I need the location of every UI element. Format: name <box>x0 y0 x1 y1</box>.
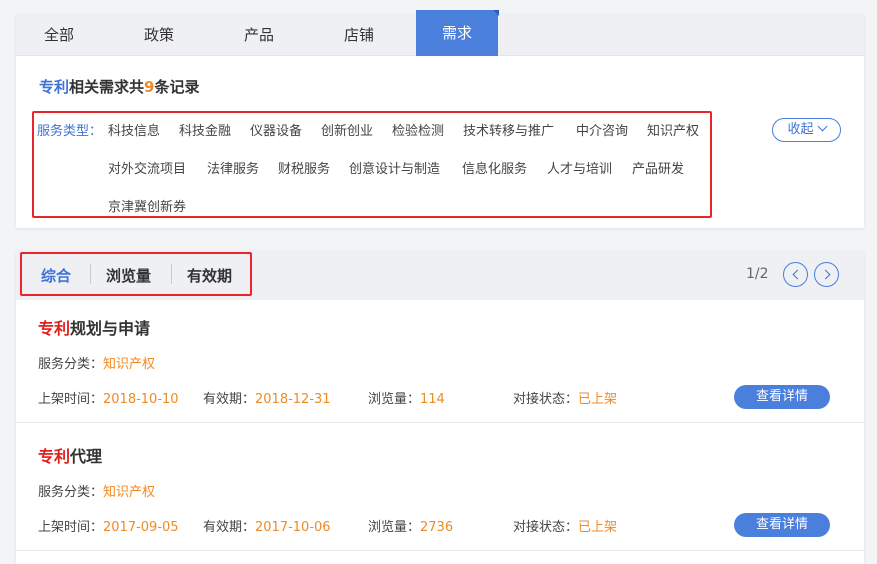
prev-page-button[interactable] <box>783 262 808 287</box>
listed-time-label: 上架时间： <box>38 520 104 535</box>
filter-option[interactable]: 财税服务 <box>278 158 330 177</box>
item-listed-time: 上架时间：2018-10-10 <box>38 388 179 407</box>
page-indicator: 1/2 <box>746 266 769 282</box>
filter-option[interactable]: 人才与培训 <box>547 158 612 177</box>
listed-time-value: 2018-10-10 <box>103 392 179 407</box>
views-label: 浏览量： <box>368 392 421 407</box>
item-title[interactable]: 专利规划与申请 <box>38 315 150 339</box>
sort-divider <box>171 264 172 284</box>
chevron-right-icon <box>820 269 831 280</box>
item-status: 对接状态：已上架 <box>513 516 617 535</box>
sort-option-views[interactable]: 浏览量 <box>106 265 151 286</box>
listed-time-value: 2017-09-05 <box>103 520 179 535</box>
filter-option[interactable]: 仪器设备 <box>250 120 302 139</box>
filter-option[interactable]: 检验检测 <box>392 120 444 139</box>
views-label: 浏览量： <box>368 520 421 535</box>
valid-until-value: 2017-10-06 <box>255 520 331 535</box>
filter-option[interactable]: 科技金融 <box>179 120 231 139</box>
status-value: 已上架 <box>578 392 618 407</box>
next-page-button[interactable] <box>814 262 839 287</box>
sort-bar: 综合 浏览量 有效期 1/2 <box>16 250 864 300</box>
tab-product[interactable]: 产品 <box>218 14 300 56</box>
views-value: 2736 <box>420 520 454 535</box>
view-detail-button[interactable]: 查看详情 <box>734 385 830 409</box>
status-label: 对接状态： <box>513 520 579 535</box>
item-category: 服务分类：知识产权 <box>38 353 155 372</box>
result-summary: 专利相关需求共9条记录 <box>39 76 199 97</box>
item-valid-until: 有效期：2017-10-06 <box>203 516 331 535</box>
item-views: 浏览量：2736 <box>368 516 453 535</box>
collapse-label: 收起 <box>787 122 814 137</box>
filter-option[interactable]: 创新创业 <box>321 120 373 139</box>
summary-keyword: 专利 <box>39 78 70 96</box>
sort-divider <box>90 264 91 284</box>
item-category: 服务分类：知识产权 <box>38 481 155 500</box>
sort-option-comprehensive[interactable]: 综合 <box>41 265 71 286</box>
category-label: 服务分类： <box>38 357 104 372</box>
filter-option[interactable]: 创意设计与制造 <box>349 158 440 177</box>
item-title-rest: 规划与申请 <box>70 319 151 338</box>
filter-option[interactable]: 产品研发 <box>632 158 684 177</box>
filter-option[interactable]: 信息化服务 <box>462 158 527 177</box>
category-value: 知识产权 <box>103 357 156 372</box>
status-value: 已上架 <box>578 520 618 535</box>
item-title-rest: 代理 <box>70 447 103 466</box>
view-detail-button[interactable]: 查看详情 <box>734 513 830 537</box>
filter-label: 服务类型： <box>37 124 103 139</box>
summary-count: 9 <box>144 78 155 96</box>
filter-option[interactable]: 技术转移与推广 <box>463 120 554 139</box>
item-title-keyword: 专利 <box>38 319 71 338</box>
tab-store[interactable]: 店铺 <box>318 14 400 56</box>
sort-option-validity[interactable]: 有效期 <box>187 265 232 286</box>
views-value: 114 <box>420 392 445 407</box>
summary-text-before: 相关需求共 <box>69 78 145 96</box>
item-title[interactable]: 专利代理 <box>38 443 102 467</box>
chevron-down-icon <box>817 121 827 132</box>
category-value: 知识产权 <box>103 485 156 500</box>
tab-all[interactable]: 全部 <box>18 14 100 56</box>
item-valid-until: 有效期：2018-12-31 <box>203 388 331 407</box>
status-label: 对接状态： <box>513 392 579 407</box>
list-item: 专利规划与申请 服务分类：知识产权 上架时间：2018-10-10 有效期：20… <box>16 295 864 423</box>
category-label: 服务分类： <box>38 485 104 500</box>
item-listed-time: 上架时间：2017-09-05 <box>38 516 179 535</box>
listed-time-label: 上架时间： <box>38 392 104 407</box>
item-title-keyword: 专利 <box>38 447 71 466</box>
filter-option[interactable]: 京津冀创新券 <box>108 196 186 215</box>
search-summary-card: 全部 政策 产品 店铺 需求 专利相关需求共9条记录 服务类型： 科技信息 科技… <box>16 10 864 228</box>
filter-option[interactable]: 中介咨询 <box>576 120 628 139</box>
filter-option[interactable]: 知识产权 <box>647 120 699 139</box>
summary-text-after: 条记录 <box>154 78 200 96</box>
item-status: 对接状态：已上架 <box>513 388 617 407</box>
valid-until-value: 2018-12-31 <box>255 392 331 407</box>
item-views: 浏览量：114 <box>368 388 445 407</box>
valid-until-label: 有效期： <box>203 392 256 407</box>
filter-option[interactable]: 法律服务 <box>207 158 259 177</box>
tab-demand[interactable]: 需求 <box>416 10 499 56</box>
filter-option[interactable]: 对外交流项目 <box>108 158 186 177</box>
list-item: 专利代理 服务分类：知识产权 上架时间：2017-09-05 有效期：2017-… <box>16 423 864 551</box>
results-list-card: 综合 浏览量 有效期 1/2 专利规划与申请 服务分类：知识产权 上架时间：20… <box>16 250 864 564</box>
category-tabs: 全部 政策 产品 店铺 需求 <box>16 10 864 56</box>
collapse-button[interactable]: 收起 <box>772 118 841 142</box>
chevron-left-icon <box>792 269 803 280</box>
filter-option[interactable]: 科技信息 <box>108 120 160 139</box>
tab-policy[interactable]: 政策 <box>118 14 200 56</box>
valid-until-label: 有效期： <box>203 520 256 535</box>
